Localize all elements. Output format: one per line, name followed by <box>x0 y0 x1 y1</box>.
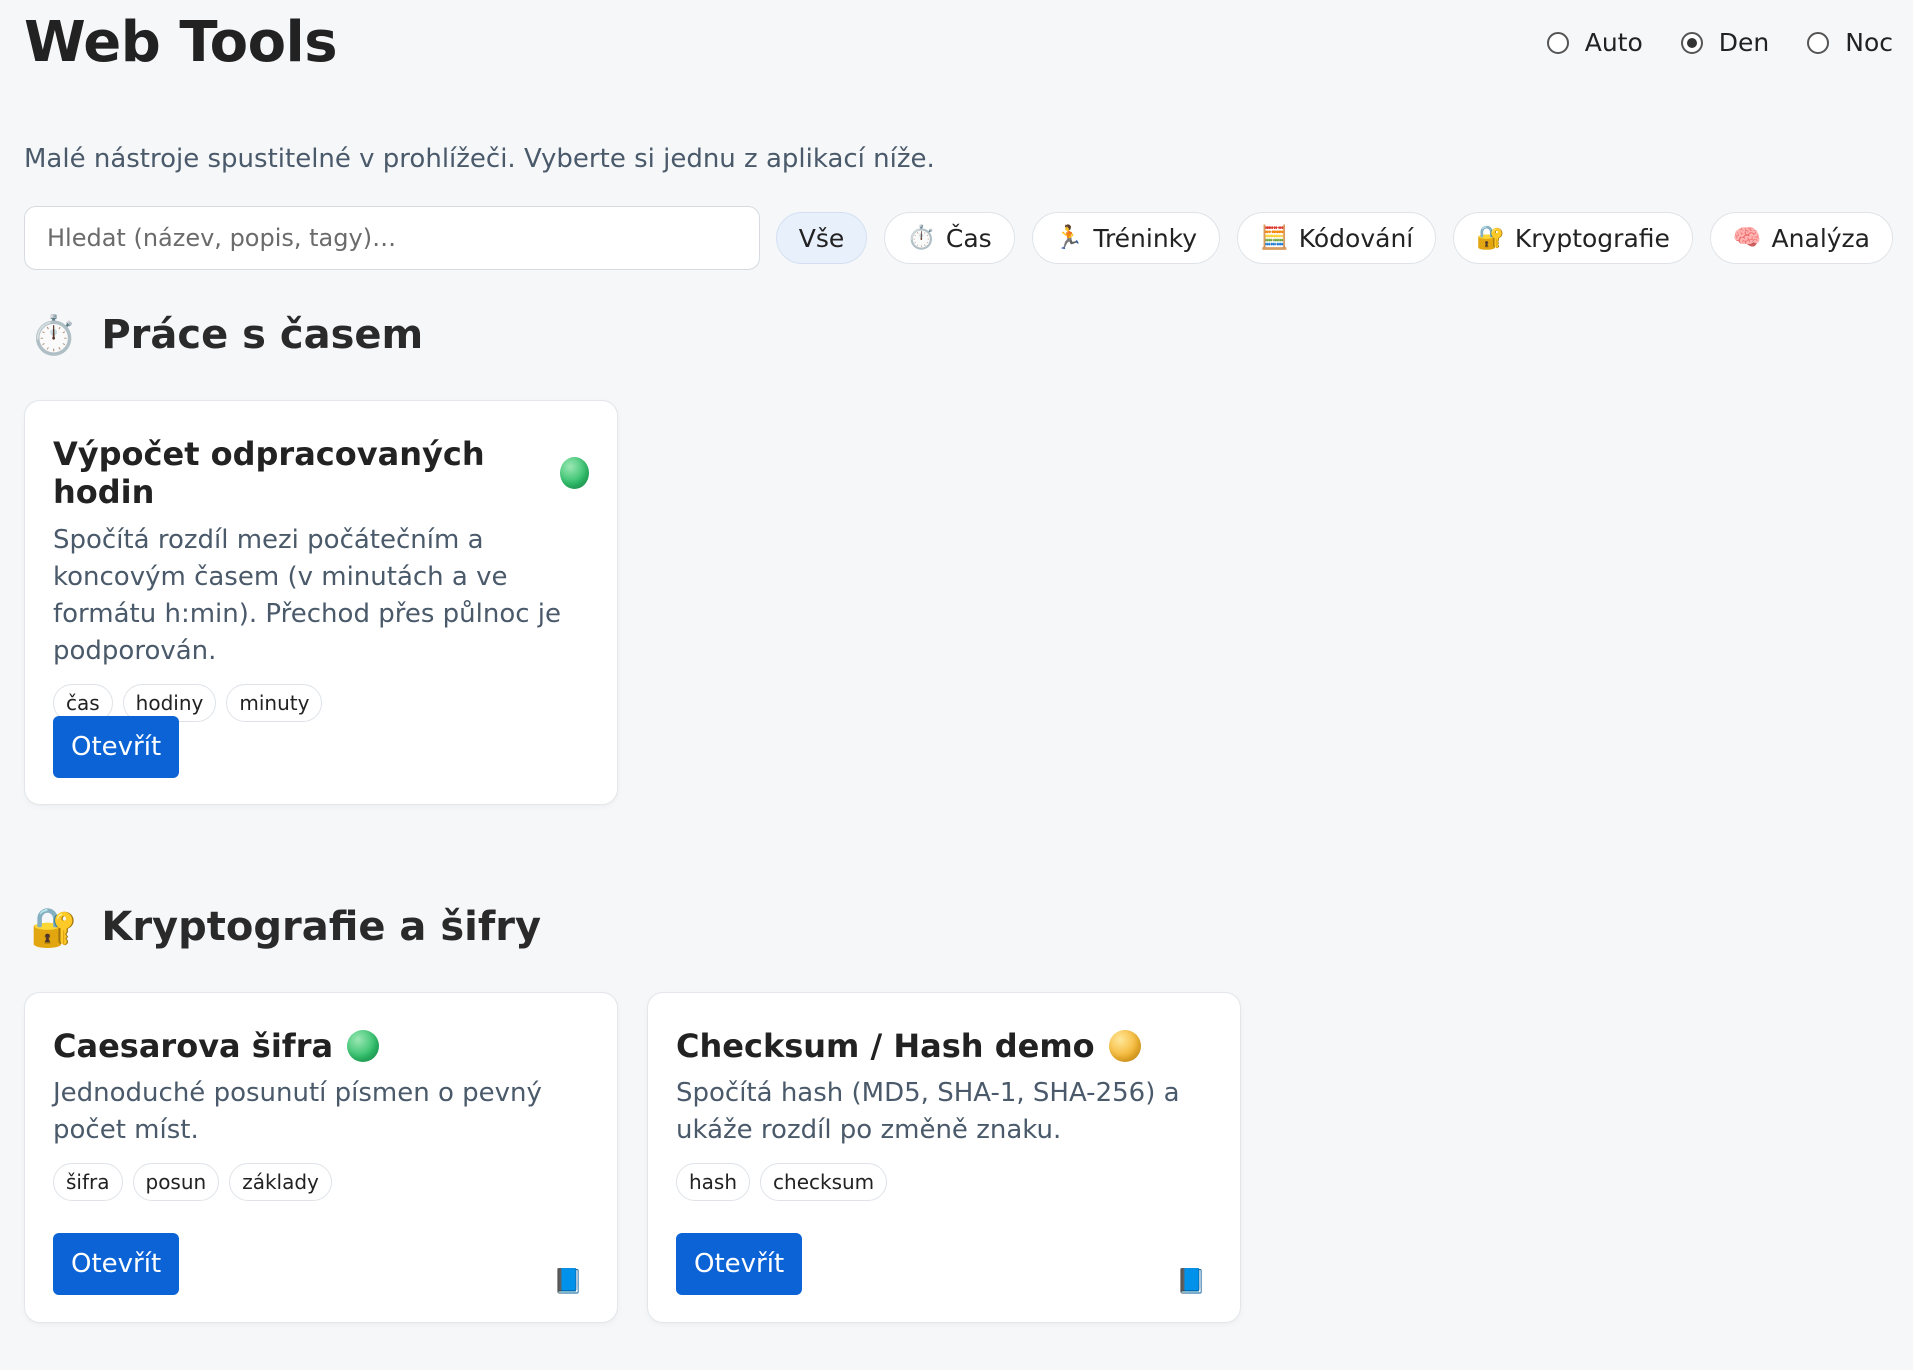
filter-chip-cas[interactable]: ⏱️ Čas <box>884 212 1015 264</box>
card-description: Spočítá rozdíl mezi počátečním a koncový… <box>53 524 562 666</box>
filter-chip-kodovani[interactable]: 🧮 Kódování <box>1237 212 1437 264</box>
radio-noc[interactable] <box>1807 31 1830 54</box>
radio-den[interactable] <box>1680 31 1703 54</box>
tag[interactable]: šifra <box>53 1163 123 1202</box>
filter-chip-kryptografie[interactable]: 🔐 Kryptografie <box>1453 212 1693 264</box>
section-title-cas: ⏱️ Práce s časem <box>30 312 423 358</box>
tool-card: Checksum / Hash demo Spočítá hash (MD5, … <box>647 992 1241 1323</box>
theme-option-auto[interactable]: Auto <box>1546 28 1643 57</box>
abacus-icon: 🧮 <box>1260 224 1289 251</box>
tag[interactable]: checksum <box>760 1163 888 1202</box>
chip-label: Vše <box>798 223 845 253</box>
tool-card: Caesarova šifra Jednoduché posunutí písm… <box>24 992 618 1323</box>
theme-switch: Auto Den Noc <box>1546 28 1893 57</box>
page: Web Tools Auto Den Noc Malé nástroje spu… <box>0 0 1913 1370</box>
header: Web Tools Auto Den Noc <box>24 6 1893 86</box>
section-title-kryptografie: 🔐 Kryptografie a šifry <box>30 904 541 950</box>
theme-option-label: Noc <box>1845 28 1893 57</box>
card-title-text: Caesarova šifra <box>53 1027 334 1065</box>
card-description: Jednoduché posunutí písmen o pevný počet… <box>53 1078 542 1146</box>
theme-option-label: Auto <box>1584 28 1643 57</box>
page-subtitle: Malé nástroje spustitelné v prohlížeči. … <box>24 144 935 174</box>
radio-auto[interactable] <box>1546 31 1569 54</box>
status-green-icon <box>347 1030 380 1063</box>
card-description: Spočítá hash (MD5, SHA-1, SHA-256) a uká… <box>676 1078 1180 1146</box>
brain-icon: 🧠 <box>1732 224 1762 251</box>
tag[interactable]: základy <box>229 1163 332 1202</box>
app-title: Web Tools <box>24 10 338 75</box>
card-tags: hash checksum <box>676 1163 1212 1202</box>
card-title: Výpočet odpracovaných hodin <box>53 435 589 512</box>
search-input[interactable] <box>24 206 760 270</box>
theme-option-den[interactable]: Den <box>1680 28 1770 57</box>
chip-label: Čas <box>945 223 992 253</box>
tag[interactable]: hash <box>676 1163 751 1202</box>
book-icon[interactable]: 📘 <box>553 1269 583 1293</box>
filter-chip-vse[interactable]: Vše <box>775 212 868 264</box>
theme-option-label: Den <box>1718 28 1770 57</box>
filter-chips: Vše ⏱️ Čas 🏃 Tréninky 🧮 Kódování 🔐 Krypt… <box>775 212 1893 264</box>
open-button[interactable]: Otevřít <box>53 716 180 778</box>
section-title-text: Práce s časem <box>101 312 424 358</box>
section-title-text: Kryptografie a šifry <box>101 904 542 950</box>
card-tags: šifra posun základy <box>53 1163 589 1202</box>
theme-option-noc[interactable]: Noc <box>1807 28 1893 57</box>
lock-key-icon: 🔐 <box>30 905 78 949</box>
tag[interactable]: minuty <box>226 683 323 722</box>
open-button[interactable]: Otevřít <box>676 1233 803 1295</box>
book-icon[interactable]: 📘 <box>1176 1269 1206 1293</box>
filter-chip-treninky[interactable]: 🏃 Tréninky <box>1031 212 1221 264</box>
tag[interactable]: posun <box>132 1163 220 1202</box>
status-green-icon <box>560 457 589 490</box>
filter-chip-analyza[interactable]: 🧠 Analýza <box>1709 212 1893 264</box>
lock-key-icon: 🔐 <box>1476 224 1505 251</box>
stopwatch-icon: ⏱️ <box>30 313 78 357</box>
search-filter-bar: Vše ⏱️ Čas 🏃 Tréninky 🧮 Kódování 🔐 Krypt… <box>24 206 1893 270</box>
chip-label: Kryptografie <box>1514 223 1670 253</box>
open-button[interactable]: Otevřít <box>53 1233 180 1295</box>
card-title-text: Checksum / Hash demo <box>676 1027 1095 1065</box>
card-title: Checksum / Hash demo <box>676 1027 1212 1065</box>
runner-icon: 🏃 <box>1054 224 1084 251</box>
tool-card: Výpočet odpracovaných hodin Spočítá rozd… <box>24 400 618 805</box>
card-title-text: Výpočet odpracovaných hodin <box>53 435 485 512</box>
card-title: Caesarova šifra <box>53 1027 589 1065</box>
chip-label: Kódování <box>1298 223 1414 253</box>
chip-label: Tréninky <box>1093 223 1198 253</box>
chip-label: Analýza <box>1771 223 1870 253</box>
status-yellow-icon <box>1108 1030 1141 1063</box>
stopwatch-icon: ⏱️ <box>907 224 936 251</box>
